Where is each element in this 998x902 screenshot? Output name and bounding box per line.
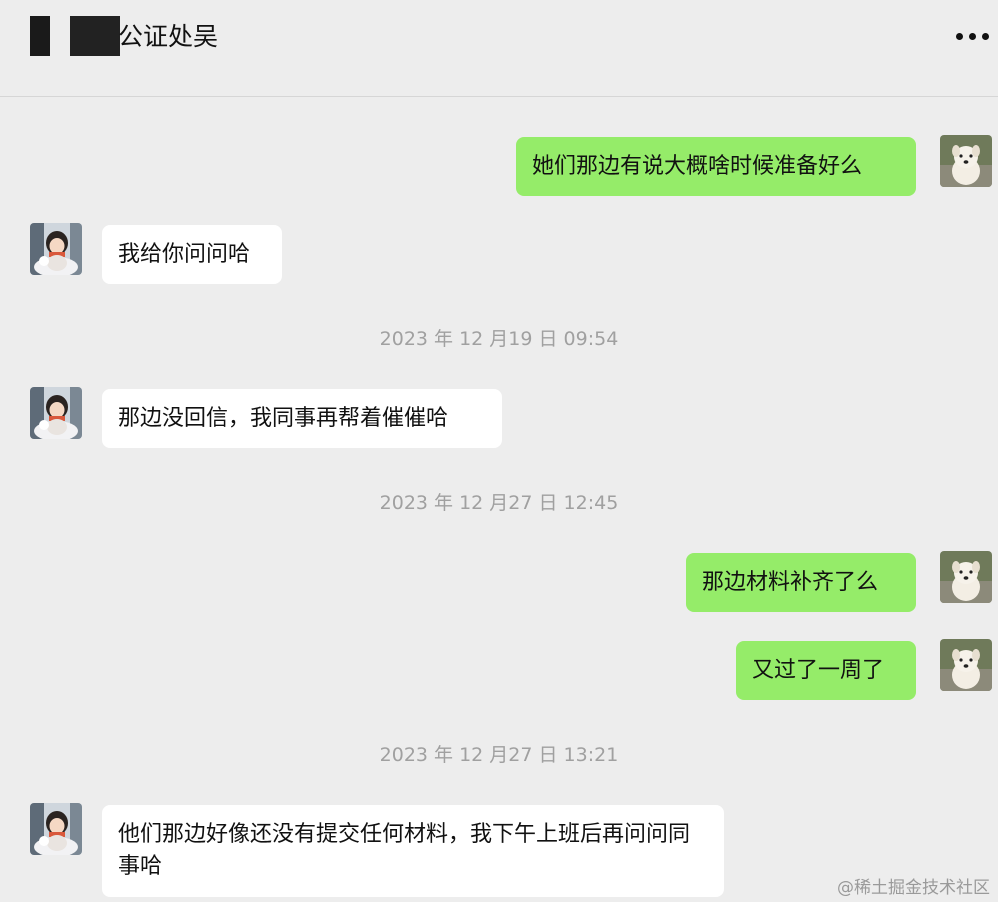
timestamp: 2023 年 12 月27 日 12:45 (379, 492, 619, 514)
redacted-name-block (30, 16, 50, 56)
timestamp: 2023 年 12 月19 日 09:54 (379, 328, 619, 350)
outgoing-message[interactable]: 又过了一周了 (736, 641, 916, 700)
timestamp: 2023 年 12 月27 日 13:21 (379, 744, 619, 766)
incoming-message[interactable]: 我给你问问哈 (102, 225, 282, 284)
self-avatar[interactable] (940, 639, 992, 691)
contact-avatar[interactable] (30, 223, 82, 275)
more-dots-icon[interactable] (954, 24, 992, 48)
self-avatar[interactable] (940, 135, 992, 187)
outgoing-message[interactable]: 那边材料补齐了么 (686, 553, 916, 612)
outgoing-message[interactable]: 她们那边有说大概啥时候准备好么 (516, 137, 916, 196)
contact-avatar[interactable] (30, 803, 82, 855)
contact-avatar[interactable] (30, 387, 82, 439)
chat-title: 公证处吴 (118, 22, 219, 51)
redacted-name-block (70, 16, 120, 56)
chat-header: 公证处吴 (0, 0, 998, 97)
self-avatar[interactable] (940, 551, 992, 603)
watermark: @稀土掘金技术社区 (837, 878, 990, 898)
incoming-message[interactable]: 他们那边好像还没有提交任何材料，我下午上班后再问问同事哈 (102, 805, 724, 897)
incoming-message[interactable]: 那边没回信，我同事再帮着催催哈 (102, 389, 502, 448)
